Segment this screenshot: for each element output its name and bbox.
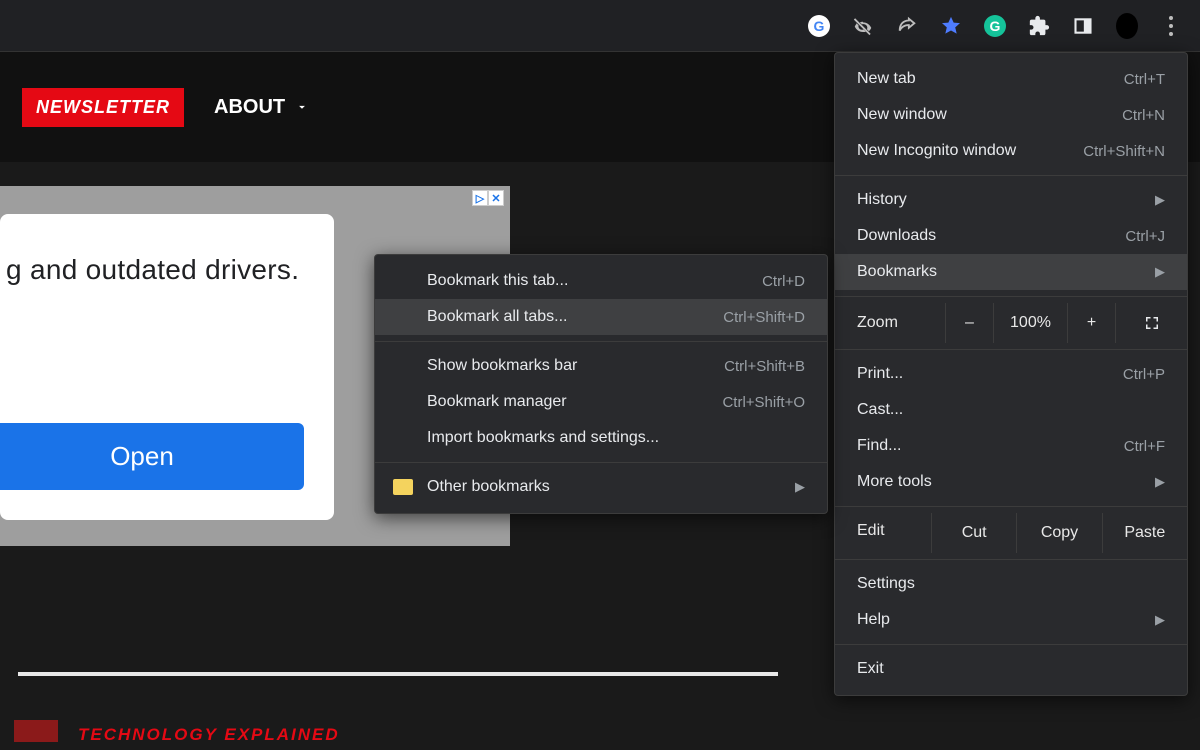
newsletter-button[interactable]: NEWSLETTER bbox=[22, 88, 184, 127]
bookmark-star-icon[interactable] bbox=[940, 15, 962, 37]
menu-label: Import bookmarks and settings... bbox=[427, 429, 659, 447]
menu-shortcut: Ctrl+Shift+B bbox=[724, 358, 805, 375]
menu-shortcut: Ctrl+T bbox=[1124, 71, 1165, 88]
edit-label: Edit bbox=[835, 513, 931, 553]
zoom-out-button[interactable]: – bbox=[945, 303, 993, 343]
menu-new-window[interactable]: New window Ctrl+N bbox=[835, 97, 1187, 133]
menu-label: Bookmarks bbox=[857, 263, 937, 281]
side-panel-icon[interactable] bbox=[1072, 15, 1094, 37]
chevron-down-icon bbox=[295, 100, 309, 114]
category-label[interactable]: TECHNOLOGY EXPLAINED bbox=[78, 725, 340, 745]
menu-label: Downloads bbox=[857, 227, 936, 245]
chevron-right-icon: ▶ bbox=[1155, 264, 1165, 280]
ad-open-button[interactable]: Open bbox=[0, 423, 304, 490]
submenu-bookmark-manager[interactable]: Bookmark manager Ctrl+Shift+O bbox=[375, 384, 827, 420]
profile-avatar[interactable] bbox=[1116, 15, 1138, 37]
menu-find[interactable]: Find... Ctrl+F bbox=[835, 428, 1187, 464]
about-label: ABOUT bbox=[214, 96, 285, 119]
submenu-bookmark-this-tab[interactable]: Bookmark this tab... Ctrl+D bbox=[375, 263, 827, 299]
zoom-value: 100% bbox=[993, 303, 1067, 343]
menu-label: Cast... bbox=[857, 401, 903, 419]
menu-label: Other bookmarks bbox=[427, 478, 795, 496]
menu-separator bbox=[835, 559, 1187, 560]
menu-shortcut: Ctrl+N bbox=[1122, 107, 1165, 124]
edit-copy[interactable]: Copy bbox=[1016, 513, 1101, 553]
menu-separator bbox=[835, 296, 1187, 297]
menu-cast[interactable]: Cast... bbox=[835, 392, 1187, 428]
menu-label: Bookmark all tabs... bbox=[427, 308, 568, 326]
chrome-menu-button[interactable] bbox=[1160, 15, 1182, 37]
grammarly-extension-icon[interactable]: G bbox=[984, 15, 1006, 37]
edit-paste[interactable]: Paste bbox=[1102, 513, 1187, 553]
menu-bookmarks[interactable]: Bookmarks ▶ bbox=[835, 254, 1187, 290]
bookmarks-submenu: Bookmark this tab... Ctrl+D Bookmark all… bbox=[374, 254, 828, 514]
ad-close-icon[interactable]: ✕ bbox=[488, 190, 504, 206]
fullscreen-button[interactable] bbox=[1115, 303, 1187, 343]
menu-help[interactable]: Help ▶ bbox=[835, 602, 1187, 638]
menu-edit-row: Edit Cut Copy Paste bbox=[835, 513, 1187, 553]
menu-separator bbox=[375, 341, 827, 342]
menu-label: Show bookmarks bar bbox=[427, 357, 577, 375]
menu-print[interactable]: Print... Ctrl+P bbox=[835, 356, 1187, 392]
eye-off-icon[interactable] bbox=[852, 15, 874, 37]
edit-cut[interactable]: Cut bbox=[931, 513, 1016, 553]
ad-card: g and outdated drivers. Open bbox=[0, 214, 334, 520]
chrome-main-menu: New tab Ctrl+T New window Ctrl+N New Inc… bbox=[834, 52, 1188, 696]
chevron-right-icon: ▶ bbox=[795, 479, 805, 495]
zoom-in-button[interactable]: + bbox=[1067, 303, 1115, 343]
menu-shortcut: Ctrl+J bbox=[1125, 228, 1165, 245]
menu-shortcut: Ctrl+P bbox=[1123, 366, 1165, 383]
menu-incognito[interactable]: New Incognito window Ctrl+Shift+N bbox=[835, 133, 1187, 169]
menu-shortcut: Ctrl+Shift+O bbox=[722, 394, 805, 411]
menu-label: New window bbox=[857, 106, 947, 124]
ad-headline: g and outdated drivers. bbox=[0, 254, 334, 286]
menu-shortcut: Ctrl+Shift+D bbox=[723, 309, 805, 326]
menu-label: Bookmark this tab... bbox=[427, 272, 568, 290]
menu-shortcut: Ctrl+F bbox=[1124, 438, 1165, 455]
menu-more-tools[interactable]: More tools ▶ bbox=[835, 464, 1187, 500]
menu-label: More tools bbox=[857, 473, 932, 491]
menu-label: History bbox=[857, 191, 907, 209]
menu-label: Find... bbox=[857, 437, 901, 455]
menu-label: Help bbox=[857, 611, 890, 629]
extensions-puzzle-icon[interactable] bbox=[1028, 15, 1050, 37]
menu-zoom-row: Zoom – 100% + bbox=[835, 303, 1187, 343]
submenu-bookmark-all-tabs[interactable]: Bookmark all tabs... Ctrl+Shift+D bbox=[375, 299, 827, 335]
menu-label: Exit bbox=[857, 660, 884, 678]
submenu-other-bookmarks[interactable]: Other bookmarks ▶ bbox=[375, 469, 827, 505]
chevron-right-icon: ▶ bbox=[1155, 192, 1165, 208]
chevron-right-icon: ▶ bbox=[1155, 474, 1165, 490]
menu-shortcut: Ctrl+Shift+N bbox=[1083, 143, 1165, 160]
section-divider bbox=[18, 672, 778, 676]
menu-settings[interactable]: Settings bbox=[835, 566, 1187, 602]
menu-label: New tab bbox=[857, 70, 916, 88]
zoom-label: Zoom bbox=[835, 305, 945, 341]
article-thumbnail[interactable] bbox=[14, 720, 58, 742]
submenu-show-bookmarks-bar[interactable]: Show bookmarks bar Ctrl+Shift+B bbox=[375, 348, 827, 384]
menu-shortcut: Ctrl+D bbox=[762, 273, 805, 290]
folder-icon bbox=[393, 479, 413, 495]
browser-toolbar: G G bbox=[0, 0, 1200, 52]
menu-separator bbox=[835, 349, 1187, 350]
chevron-right-icon: ▶ bbox=[1155, 612, 1165, 628]
submenu-import-bookmarks[interactable]: Import bookmarks and settings... bbox=[375, 420, 827, 456]
about-menu[interactable]: ABOUT bbox=[214, 96, 309, 119]
menu-downloads[interactable]: Downloads Ctrl+J bbox=[835, 218, 1187, 254]
menu-separator bbox=[375, 462, 827, 463]
fullscreen-icon bbox=[1143, 314, 1161, 332]
adchoices-icon[interactable]: ▷ bbox=[472, 190, 488, 206]
menu-exit[interactable]: Exit bbox=[835, 651, 1187, 687]
menu-label: Print... bbox=[857, 365, 903, 383]
menu-new-tab[interactable]: New tab Ctrl+T bbox=[835, 61, 1187, 97]
menu-separator bbox=[835, 644, 1187, 645]
menu-separator bbox=[835, 175, 1187, 176]
menu-label: Settings bbox=[857, 575, 915, 593]
share-icon[interactable] bbox=[896, 15, 918, 37]
menu-label: Bookmark manager bbox=[427, 393, 567, 411]
menu-label: New Incognito window bbox=[857, 142, 1016, 160]
menu-separator bbox=[835, 506, 1187, 507]
menu-history[interactable]: History ▶ bbox=[835, 182, 1187, 218]
google-account-icon[interactable]: G bbox=[808, 15, 830, 37]
